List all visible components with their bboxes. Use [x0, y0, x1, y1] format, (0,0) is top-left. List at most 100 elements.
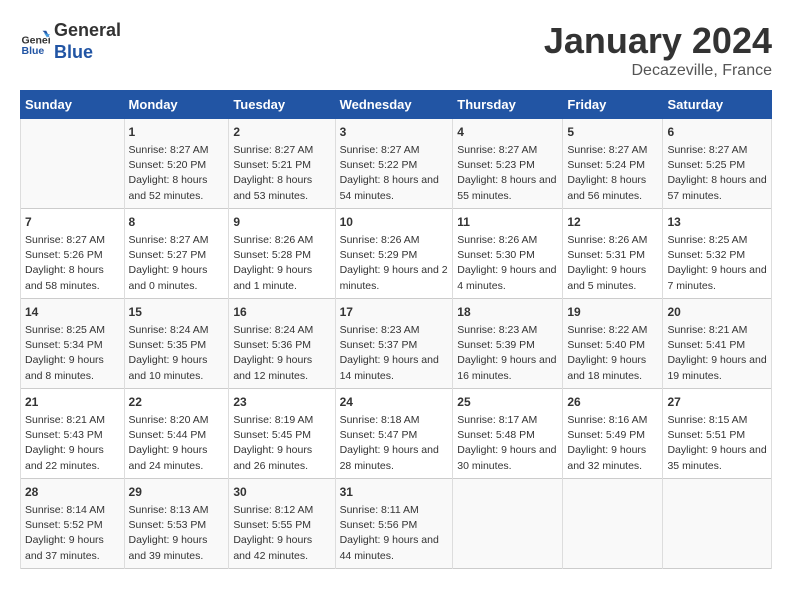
- day-number: 10: [340, 213, 449, 231]
- day-number: 2: [233, 123, 330, 141]
- calendar-cell: 14 Sunrise: 8:25 AMSunset: 5:34 PMDayligh…: [21, 299, 125, 389]
- logo-blue-text: Blue: [54, 42, 121, 64]
- column-header-monday: Monday: [124, 91, 229, 119]
- column-header-friday: Friday: [563, 91, 663, 119]
- calendar-cell: 28 Sunrise: 8:14 AMSunset: 5:52 PMDayligh…: [21, 479, 125, 569]
- calendar-week-row: 7Sunrise: 8:27 AMSunset: 5:26 PMDaylight…: [21, 209, 772, 299]
- day-info: Sunrise: 8:27 AMSunset: 5:27 PMDaylight:…: [129, 233, 225, 294]
- calendar-week-row: 28 Sunrise: 8:14 AMSunset: 5:52 PMDayligh…: [21, 479, 772, 569]
- calendar-cell: 30 Sunrise: 8:12 AMSunset: 5:55 PMDayligh…: [229, 479, 335, 569]
- day-info: Sunrise: 8:14 AMSunset: 5:52 PMDaylight:…: [25, 503, 120, 564]
- day-number: 16: [233, 303, 330, 321]
- day-info: Sunrise: 8:13 AMSunset: 5:53 PMDaylight:…: [129, 503, 225, 564]
- day-number: 31: [340, 483, 449, 501]
- column-header-tuesday: Tuesday: [229, 91, 335, 119]
- calendar-cell: 12 Sunrise: 8:26 AMSunset: 5:31 PMDayligh…: [563, 209, 663, 299]
- day-number: 27: [667, 393, 767, 411]
- day-info: Sunrise: 8:26 AMSunset: 5:31 PMDaylight:…: [567, 233, 658, 294]
- day-info: Sunrise: 8:26 AMSunset: 5:30 PMDaylight:…: [457, 233, 558, 294]
- calendar-week-row: 21Sunrise: 8:21 AMSunset: 5:43 PMDayligh…: [21, 389, 772, 479]
- calendar-cell: 10 Sunrise: 8:26 AMSunset: 5:29 PMDayligh…: [335, 209, 453, 299]
- calendar-cell: 1Sunrise: 8:27 AMSunset: 5:20 PMDaylight…: [124, 119, 229, 209]
- calendar-cell: 26 Sunrise: 8:16 AMSunset: 5:49 PMDayligh…: [563, 389, 663, 479]
- logo-icon: General Blue: [20, 27, 50, 57]
- day-info: Sunrise: 8:27 AMSunset: 5:22 PMDaylight:…: [340, 143, 449, 204]
- calendar-cell: 22 Sunrise: 8:20 AMSunset: 5:44 PMDayligh…: [124, 389, 229, 479]
- day-info: Sunrise: 8:16 AMSunset: 5:49 PMDaylight:…: [567, 413, 658, 474]
- day-number: 9: [233, 213, 330, 231]
- day-number: 13: [667, 213, 767, 231]
- calendar-cell: 17 Sunrise: 8:23 AMSunset: 5:37 PMDayligh…: [335, 299, 453, 389]
- calendar-cell: [663, 479, 772, 569]
- day-info: Sunrise: 8:17 AMSunset: 5:48 PMDaylight:…: [457, 413, 558, 474]
- day-info: Sunrise: 8:21 AMSunset: 5:41 PMDaylight:…: [667, 323, 767, 384]
- day-info: Sunrise: 8:21 AMSunset: 5:43 PMDaylight:…: [25, 413, 120, 474]
- calendar-cell: [453, 479, 563, 569]
- day-info: Sunrise: 8:27 AMSunset: 5:23 PMDaylight:…: [457, 143, 558, 204]
- calendar-cell: [563, 479, 663, 569]
- calendar-cell: 19Sunrise: 8:22 AMSunset: 5:40 PMDayligh…: [563, 299, 663, 389]
- day-info: Sunrise: 8:24 AMSunset: 5:36 PMDaylight:…: [233, 323, 330, 384]
- day-info: Sunrise: 8:20 AMSunset: 5:44 PMDaylight:…: [129, 413, 225, 474]
- title-area: January 2024 Decazeville, France: [544, 20, 772, 80]
- day-info: Sunrise: 8:25 AMSunset: 5:34 PMDaylight:…: [25, 323, 120, 384]
- day-number: 1: [129, 123, 225, 141]
- day-number: 8: [129, 213, 225, 231]
- day-number: 22: [129, 393, 225, 411]
- day-number: 20: [667, 303, 767, 321]
- calendar-cell: [21, 119, 125, 209]
- calendar-cell: 23Sunrise: 8:19 AMSunset: 5:45 PMDayligh…: [229, 389, 335, 479]
- day-info: Sunrise: 8:27 AMSunset: 5:26 PMDaylight:…: [25, 233, 120, 294]
- calendar-cell: 24 Sunrise: 8:18 AMSunset: 5:47 PMDayligh…: [335, 389, 453, 479]
- calendar-cell: 3 Sunrise: 8:27 AMSunset: 5:22 PMDaylight…: [335, 119, 453, 209]
- calendar-cell: 18 Sunrise: 8:23 AMSunset: 5:39 PMDayligh…: [453, 299, 563, 389]
- column-header-sunday: Sunday: [21, 91, 125, 119]
- page-header: General Blue General Blue January 2024 D…: [20, 20, 772, 80]
- day-info: Sunrise: 8:26 AMSunset: 5:29 PMDaylight:…: [340, 233, 449, 294]
- day-info: Sunrise: 8:27 AMSunset: 5:24 PMDaylight:…: [567, 143, 658, 204]
- day-number: 23: [233, 393, 330, 411]
- day-number: 18: [457, 303, 558, 321]
- calendar-cell: 2 Sunrise: 8:27 AMSunset: 5:21 PMDaylight…: [229, 119, 335, 209]
- day-number: 26: [567, 393, 658, 411]
- column-header-thursday: Thursday: [453, 91, 563, 119]
- calendar-cell: 16 Sunrise: 8:24 AMSunset: 5:36 PMDayligh…: [229, 299, 335, 389]
- day-info: Sunrise: 8:15 AMSunset: 5:51 PMDaylight:…: [667, 413, 767, 474]
- day-number: 3: [340, 123, 449, 141]
- logo: General Blue General Blue: [20, 20, 121, 63]
- day-number: 6: [667, 123, 767, 141]
- day-number: 4: [457, 123, 558, 141]
- calendar-cell: 7Sunrise: 8:27 AMSunset: 5:26 PMDaylight…: [21, 209, 125, 299]
- day-number: 29: [129, 483, 225, 501]
- day-info: Sunrise: 8:24 AMSunset: 5:35 PMDaylight:…: [129, 323, 225, 384]
- calendar-cell: 20 Sunrise: 8:21 AMSunset: 5:41 PMDayligh…: [663, 299, 772, 389]
- column-header-wednesday: Wednesday: [335, 91, 453, 119]
- day-number: 17: [340, 303, 449, 321]
- day-info: Sunrise: 8:23 AMSunset: 5:37 PMDaylight:…: [340, 323, 449, 384]
- day-info: Sunrise: 8:26 AMSunset: 5:28 PMDaylight:…: [233, 233, 330, 294]
- day-info: Sunrise: 8:12 AMSunset: 5:55 PMDaylight:…: [233, 503, 330, 564]
- day-info: Sunrise: 8:27 AMSunset: 5:21 PMDaylight:…: [233, 143, 330, 204]
- svg-text:Blue: Blue: [22, 45, 45, 57]
- day-number: 28: [25, 483, 120, 501]
- day-info: Sunrise: 8:18 AMSunset: 5:47 PMDaylight:…: [340, 413, 449, 474]
- location-title: Decazeville, France: [544, 62, 772, 80]
- day-number: 5: [567, 123, 658, 141]
- day-info: Sunrise: 8:22 AMSunset: 5:40 PMDaylight:…: [567, 323, 658, 384]
- calendar-cell: 6 Sunrise: 8:27 AMSunset: 5:25 PMDaylight…: [663, 119, 772, 209]
- day-info: Sunrise: 8:27 AMSunset: 5:25 PMDaylight:…: [667, 143, 767, 204]
- calendar-cell: 8 Sunrise: 8:27 AMSunset: 5:27 PMDaylight…: [124, 209, 229, 299]
- calendar-header-row: SundayMondayTuesdayWednesdayThursdayFrid…: [21, 91, 772, 119]
- day-info: Sunrise: 8:11 AMSunset: 5:56 PMDaylight:…: [340, 503, 449, 564]
- calendar-week-row: 14 Sunrise: 8:25 AMSunset: 5:34 PMDayligh…: [21, 299, 772, 389]
- day-number: 24: [340, 393, 449, 411]
- day-number: 30: [233, 483, 330, 501]
- day-number: 12: [567, 213, 658, 231]
- day-number: 14: [25, 303, 120, 321]
- calendar-cell: 25Sunrise: 8:17 AMSunset: 5:48 PMDayligh…: [453, 389, 563, 479]
- calendar-cell: 13 Sunrise: 8:25 AMSunset: 5:32 PMDayligh…: [663, 209, 772, 299]
- calendar-cell: 5 Sunrise: 8:27 AMSunset: 5:24 PMDaylight…: [563, 119, 663, 209]
- calendar-cell: 9 Sunrise: 8:26 AMSunset: 5:28 PMDaylight…: [229, 209, 335, 299]
- day-info: Sunrise: 8:23 AMSunset: 5:39 PMDaylight:…: [457, 323, 558, 384]
- day-info: Sunrise: 8:25 AMSunset: 5:32 PMDaylight:…: [667, 233, 767, 294]
